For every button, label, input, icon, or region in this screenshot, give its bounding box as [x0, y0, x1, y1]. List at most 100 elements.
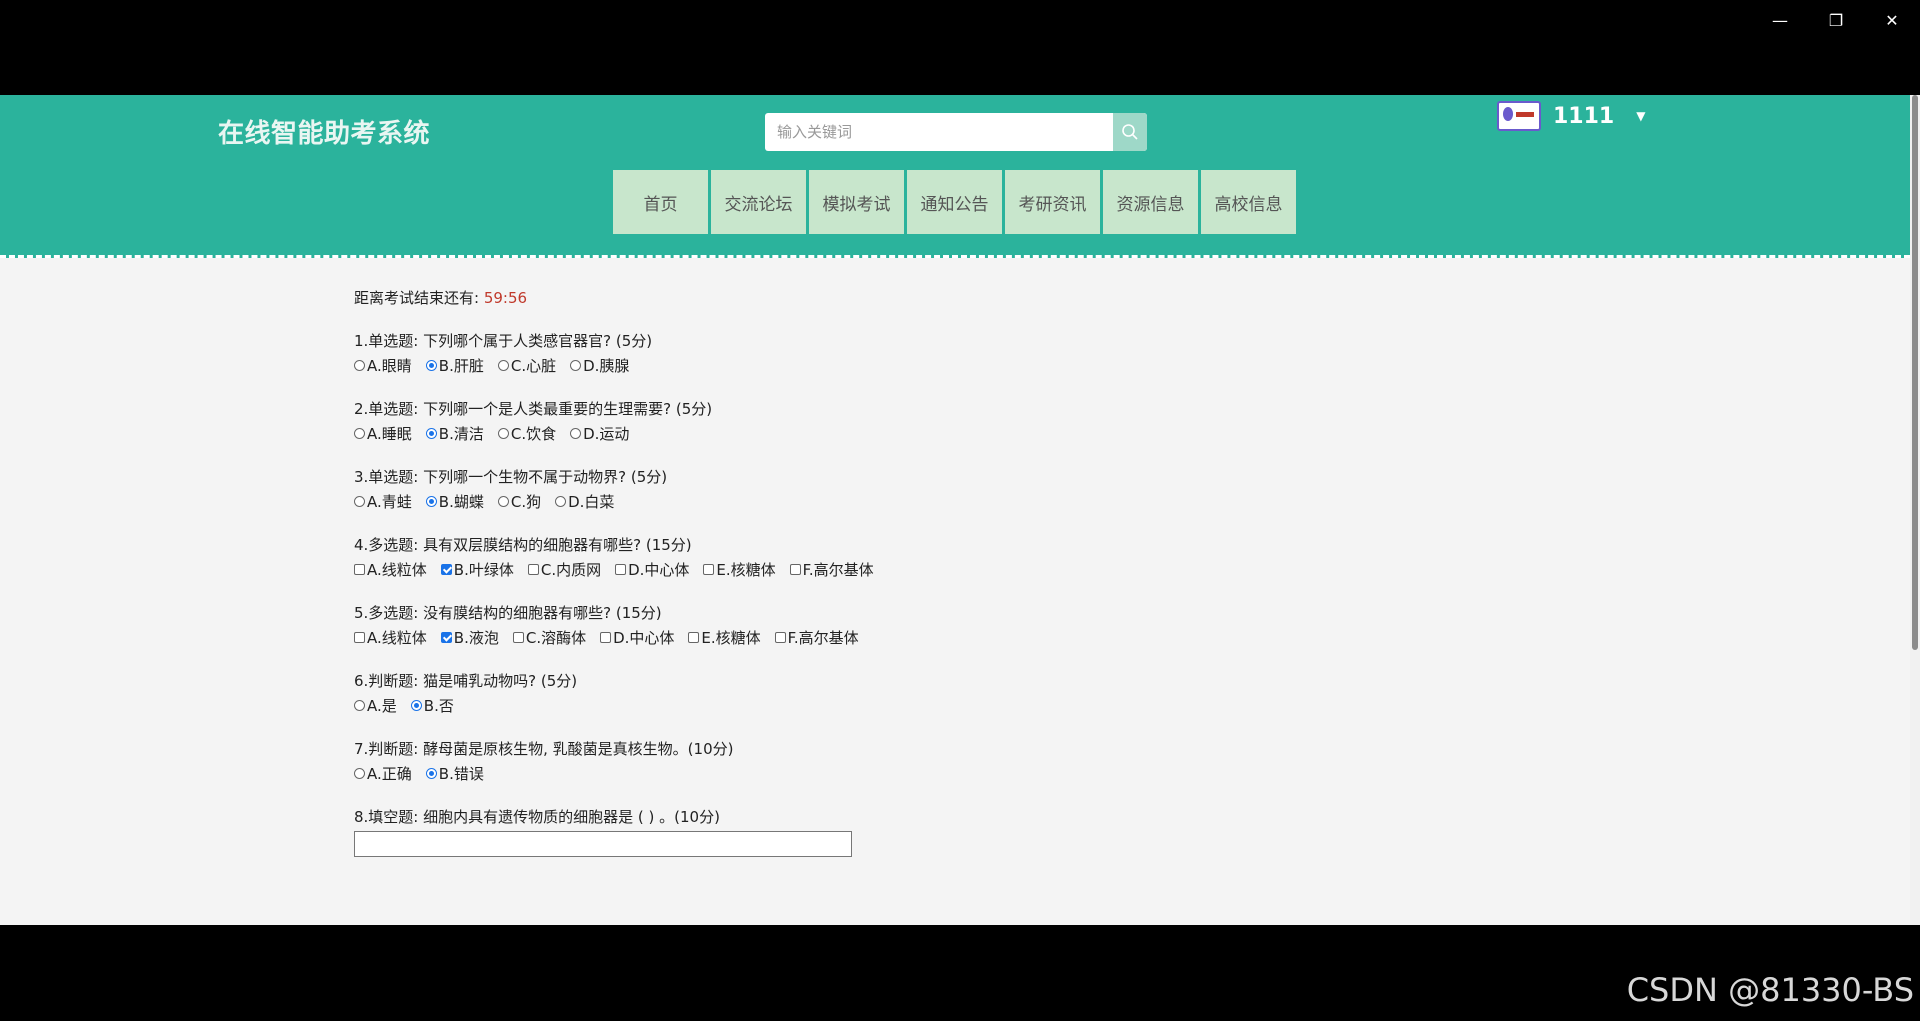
radio-option[interactable]: D.白菜 [555, 491, 614, 512]
radio-button[interactable] [570, 427, 582, 439]
checkbox[interactable] [703, 563, 715, 575]
radio-option[interactable]: B.清洁 [425, 423, 484, 444]
option-label: B.蝴蝶 [438, 492, 484, 511]
option-label: D.胰腺 [583, 356, 630, 375]
radio-button[interactable] [354, 699, 365, 711]
question-title: 4.多选题: 具有双层膜结构的细胞器有哪些? (15分) [354, 536, 692, 554]
radio-option[interactable]: D.运动 [570, 423, 629, 444]
checkbox[interactable] [615, 563, 627, 575]
radio-option[interactable]: A.青蛙 [354, 491, 412, 512]
checkbox-option[interactable]: B.液泡 [440, 627, 499, 648]
checkbox-option[interactable]: B.叶绿体 [440, 559, 514, 580]
radio-option[interactable]: D.胰腺 [570, 355, 629, 376]
checkbox-option[interactable]: E.核糖体 [703, 559, 776, 580]
checkbox[interactable] [688, 631, 700, 643]
option-group: A.是 B.否 [354, 695, 1254, 715]
radio-button[interactable] [354, 495, 365, 507]
nav-item-resources[interactable]: 资源信息 [1103, 170, 1198, 234]
option-label: B.否 [423, 696, 454, 715]
checkbox-option[interactable]: D.中心体 [615, 559, 689, 580]
question-block: 6.判断题: 猫是哺乳动物吗? (5分) A.是 B.否 [354, 671, 1254, 715]
nav-item-home[interactable]: 首页 [613, 170, 708, 234]
exam-timer: 距离考试结束还有: 59:56 [354, 287, 1254, 307]
question-title: 2.单选题: 下列哪一个是人类最重要的生理需要? (5分) [354, 400, 713, 418]
checkbox-option[interactable]: E.核糖体 [688, 627, 761, 648]
question-title: 7.判断题: 酵母菌是原核生物, 乳酸菌是真核生物。(10分) [354, 740, 734, 758]
option-label: A.睡眠 [367, 424, 412, 443]
option-label: A.青蛙 [367, 492, 412, 511]
option-group: A.正确 B.错误 [354, 763, 1254, 783]
radio-option[interactable]: B.否 [410, 695, 454, 716]
checkbox-option[interactable]: D.中心体 [600, 627, 674, 648]
radio-button[interactable] [410, 699, 422, 711]
checkbox[interactable] [600, 631, 612, 643]
question-title: 3.单选题: 下列哪一个生物不属于动物界? (5分) [354, 468, 668, 486]
main-nav: 首页 交流论坛 模拟考试 通知公告 考研资讯 资源信息 高校信息 [613, 170, 1299, 234]
option-group: A.线粒体 B.叶绿体 C.内质网 D.中心体 E.核糖体 F.高尔基体 [354, 559, 1254, 579]
radio-option[interactable]: B.肝脏 [425, 355, 484, 376]
restore-icon[interactable]: ❐ [1808, 0, 1864, 40]
checkbox[interactable] [512, 631, 524, 643]
checkbox-option[interactable]: A.线粒体 [354, 559, 427, 580]
option-group: A.睡眠 B.清洁 C.饮食 D.运动 [354, 423, 1254, 443]
search-button[interactable] [1113, 113, 1147, 151]
radio-option[interactable]: A.睡眠 [354, 423, 412, 444]
option-group: A.眼睛 B.肝脏 C.心脏 D.胰腺 [354, 355, 1254, 375]
nav-item-universities[interactable]: 高校信息 [1201, 170, 1296, 234]
minimize-icon[interactable]: — [1752, 0, 1808, 40]
checkbox-option[interactable]: F.高尔基体 [789, 559, 874, 580]
radio-option[interactable]: B.蝴蝶 [425, 491, 484, 512]
option-label: E.核糖体 [716, 560, 776, 579]
radio-button[interactable] [497, 427, 509, 439]
checkbox[interactable] [354, 563, 365, 575]
question-block: 8.填空题: 细胞内具有遗传物质的细胞器是 ( ) 。(10分) [354, 807, 1254, 857]
radio-option[interactable]: B.错误 [425, 763, 484, 784]
radio-button[interactable] [497, 359, 509, 371]
radio-option[interactable]: C.饮食 [497, 423, 556, 444]
question-title: 6.判断题: 猫是哺乳动物吗? (5分) [354, 672, 578, 690]
radio-button[interactable] [354, 359, 365, 371]
checkbox[interactable] [440, 563, 452, 575]
checkbox[interactable] [789, 563, 801, 575]
radio-button[interactable] [354, 767, 365, 779]
radio-option[interactable]: A.是 [354, 695, 397, 716]
radio-button[interactable] [425, 359, 437, 371]
radio-button[interactable] [497, 495, 509, 507]
radio-button[interactable] [354, 427, 365, 439]
checkbox-option[interactable]: C.溶酶体 [512, 627, 587, 648]
radio-option[interactable]: C.狗 [497, 491, 541, 512]
window-controls: — ❐ ✕ [1752, 0, 1920, 40]
radio-option[interactable]: C.心脏 [497, 355, 556, 376]
radio-button[interactable] [425, 427, 437, 439]
radio-button[interactable] [570, 359, 582, 371]
user-menu[interactable]: 1111 ▼ [1497, 101, 1645, 131]
checkbox-option[interactable]: C.内质网 [527, 559, 601, 580]
option-label: B.错误 [438, 764, 484, 783]
search-input[interactable] [765, 113, 1113, 151]
checkbox[interactable] [774, 631, 786, 643]
scrollbar[interactable] [1910, 95, 1920, 925]
radio-button[interactable] [555, 495, 567, 507]
option-label: C.溶酶体 [525, 628, 587, 647]
radio-option[interactable]: A.眼睛 [354, 355, 412, 376]
checkbox-option[interactable]: A.线粒体 [354, 627, 427, 648]
radio-button[interactable] [425, 767, 437, 779]
radio-button[interactable] [425, 495, 437, 507]
checkbox[interactable] [354, 631, 365, 643]
checkbox[interactable] [527, 563, 539, 575]
scrollbar-thumb[interactable] [1912, 95, 1918, 650]
nav-item-forum[interactable]: 交流论坛 [711, 170, 806, 234]
timer-label: 距离考试结束还有: [354, 289, 480, 307]
checkbox[interactable] [440, 631, 452, 643]
site-logo[interactable]: 在线智能助考系统 [218, 113, 430, 150]
avatar [1497, 101, 1541, 131]
nav-item-kaoyan-news[interactable]: 考研资讯 [1005, 170, 1100, 234]
radio-option[interactable]: A.正确 [354, 763, 412, 784]
close-icon[interactable]: ✕ [1864, 0, 1920, 40]
nav-item-notices[interactable]: 通知公告 [907, 170, 1002, 234]
exam-content: 距离考试结束还有: 59:56 1.单选题: 下列哪个属于人类感官器官? (5分… [354, 258, 1254, 857]
fill-answer-input[interactable] [354, 831, 852, 857]
checkbox-option[interactable]: F.高尔基体 [774, 627, 859, 648]
nav-item-mock-exam[interactable]: 模拟考试 [809, 170, 904, 234]
option-label: B.清洁 [438, 424, 484, 443]
